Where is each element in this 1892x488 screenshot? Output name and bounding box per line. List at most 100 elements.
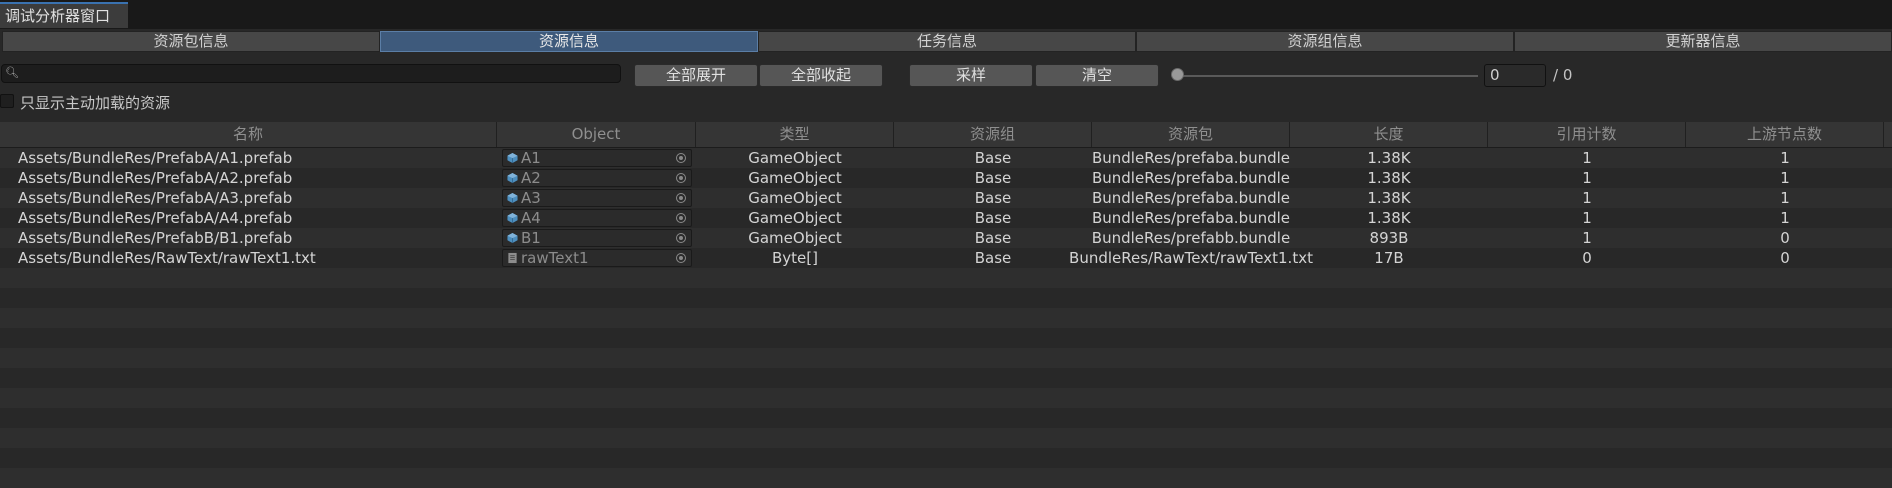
object-name: A1 [521,149,541,167]
tab-bundle-info[interactable]: 资源包信息 [2,31,380,52]
column-header-group[interactable]: 资源组 [894,122,1092,147]
group-cell: Base [974,149,1012,167]
tab-task-info[interactable]: 任务信息 [758,31,1136,52]
size-cell: 1.38K [1367,149,1411,167]
table-row[interactable]: Assets/BundleRes/PrefabB/B1.prefab GameOb… [0,228,1892,248]
object-name: A2 [521,169,541,187]
active-load-only-checkbox[interactable] [0,94,14,108]
object-field[interactable]: A4 [502,209,692,227]
group-cell: Base [974,249,1012,267]
table-row[interactable]: Assets/BundleRes/PrefabA/A3.prefab GameOb… [0,188,1892,208]
object-picker-icon[interactable] [676,153,686,163]
bundle-cell: BundleRes/prefaba.bundle [1091,189,1291,207]
clear-button[interactable]: 清空 [1035,64,1159,87]
column-header-ref-count[interactable]: 引用计数 [1488,122,1686,147]
upstream-count-cell: 0 [1780,249,1790,267]
table-row[interactable]: Assets/BundleRes/PrefabA/A2.prefab GameOb… [0,168,1892,188]
asset-name-cell: Assets/BundleRes/PrefabA/A1.prefab [18,149,293,167]
prefab-icon [507,152,518,164]
type-cell: Byte[] [772,249,818,267]
frame-index-field[interactable]: 0 [1484,64,1546,87]
empty-row [0,348,1892,368]
object-field[interactable]: rawText1 [502,249,692,267]
object-picker-icon[interactable] [676,193,686,203]
frame-slider-handle[interactable] [1171,68,1184,81]
size-cell: 1.38K [1367,169,1411,187]
empty-row [0,468,1892,488]
ref-count-cell: 1 [1582,169,1592,187]
asset-name-cell: Assets/BundleRes/PrefabA/A3.prefab [18,189,293,207]
info-tabs: 资源包信息 资源信息 任务信息 资源组信息 更新器信息 [2,31,1892,52]
upstream-count-cell: 1 [1780,149,1790,167]
tab-updater-info[interactable]: 更新器信息 [1514,31,1892,52]
collapse-all-button[interactable]: 全部收起 [759,64,883,87]
object-field[interactable]: A3 [502,189,692,207]
ref-count-cell: 1 [1582,189,1592,207]
object-field[interactable]: A2 [502,169,692,187]
table-row[interactable]: Assets/BundleRes/PrefabA/A4.prefab GameOb… [0,208,1892,228]
empty-row [0,368,1892,388]
column-header-name[interactable]: 名称 [0,122,497,147]
sample-button[interactable]: 采样 [909,64,1033,87]
upstream-count-cell: 1 [1780,169,1790,187]
group-cell: Base [974,209,1012,227]
expand-all-button[interactable]: 全部展开 [634,64,758,87]
object-picker-icon[interactable] [676,233,686,243]
asset-name-cell: Assets/BundleRes/PrefabB/B1.prefab [18,229,293,247]
frame-total-label: / 0 [1553,66,1573,84]
empty-row [0,448,1892,468]
bundle-cell: BundleRes/prefaba.bundle [1091,169,1291,187]
object-field[interactable]: B1 [502,229,692,247]
empty-row [0,268,1892,288]
search-field[interactable]: 🔍︎ [1,64,621,83]
column-header-upstream-count[interactable]: 上游节点数 [1686,122,1884,147]
table-row[interactable]: Assets/BundleRes/PrefabA/A1.prefab GameOb… [0,148,1892,168]
prefab-icon [507,192,518,204]
bundle-cell: BundleRes/RawText/rawText1.txt [1069,249,1313,267]
upstream-count-cell: 1 [1780,189,1790,207]
tab-asset-info[interactable]: 资源信息 [380,31,758,52]
object-picker-icon[interactable] [676,173,686,183]
text-file-icon [508,252,517,264]
asset-name-cell: Assets/BundleRes/RawText/rawText1.txt [18,249,316,267]
object-name: B1 [521,229,541,247]
empty-row [0,288,1892,308]
type-cell: GameObject [748,149,842,167]
object-field[interactable]: A1 [502,149,692,167]
bundle-cell: BundleRes/prefaba.bundle [1091,209,1291,227]
object-picker-icon[interactable] [676,253,686,263]
search-icon: 🔍︎ [5,66,19,79]
ref-count-cell: 1 [1582,209,1592,227]
active-load-only-label: 只显示主动加载的资源 [20,94,171,112]
column-header-type[interactable]: 类型 [696,122,894,147]
frame-slider-track[interactable] [1178,75,1478,77]
object-picker-icon[interactable] [676,213,686,223]
prefab-icon [507,232,518,244]
bundle-cell: BundleRes/prefaba.bundle [1091,149,1291,167]
type-cell: GameObject [748,189,842,207]
column-header-bundle[interactable]: 资源包 [1092,122,1290,147]
empty-row [0,388,1892,408]
window-titlebar: 调试分析器窗口 [0,0,1892,29]
search-input[interactable] [18,65,616,82]
upstream-count-cell: 1 [1780,209,1790,227]
type-cell: GameObject [748,209,842,227]
object-name: A3 [521,189,541,207]
type-cell: GameObject [748,169,842,187]
empty-row [0,408,1892,428]
group-cell: Base [974,169,1012,187]
empty-row [0,308,1892,328]
ref-count-cell: 1 [1582,149,1592,167]
prefab-icon [507,212,518,224]
tab-group-info[interactable]: 资源组信息 [1136,31,1514,52]
empty-row [0,428,1892,448]
ref-count-cell: 0 [1582,249,1592,267]
size-cell: 1.38K [1367,209,1411,227]
column-header-size[interactable]: 长度 [1290,122,1488,147]
object-name: A4 [521,209,541,227]
asset-name-cell: Assets/BundleRes/PrefabA/A2.prefab [18,169,293,187]
window-title-tab[interactable]: 调试分析器窗口 [0,2,129,28]
type-cell: GameObject [748,229,842,247]
table-row[interactable]: Assets/BundleRes/RawText/rawText1.txt Byt… [0,248,1892,268]
column-header-object[interactable]: Object [497,122,696,147]
